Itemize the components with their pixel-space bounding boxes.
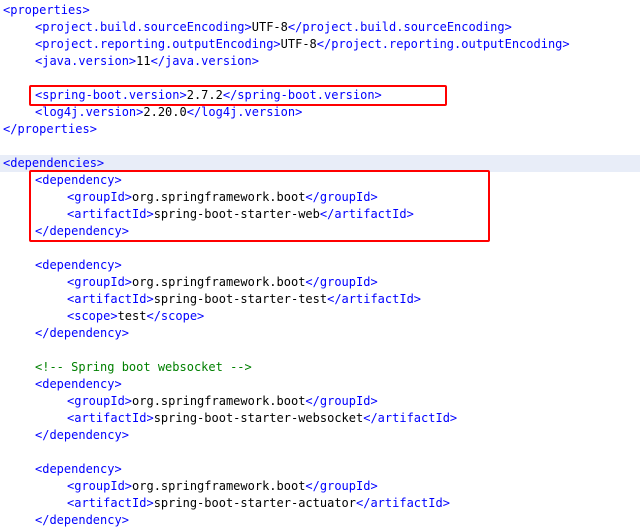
code-line[interactable]: <spring-boot.version>2.7.2</spring-boot.… bbox=[0, 87, 640, 104]
xml-tag: </spring-boot.version> bbox=[222, 88, 382, 102]
code-line[interactable]: <project.reporting.outputEncoding>UTF-8<… bbox=[0, 36, 640, 53]
code-line[interactable]: <groupId>org.springframework.boot</group… bbox=[0, 189, 640, 206]
xml-tag: <groupId> bbox=[67, 479, 133, 493]
xml-tag: <artifactId> bbox=[67, 496, 154, 510]
xml-text-value: UTF-8 bbox=[280, 37, 317, 51]
code-line[interactable] bbox=[0, 342, 640, 359]
code-line[interactable]: <groupId>org.springframework.boot</group… bbox=[0, 393, 640, 410]
xml-tag: </dependency> bbox=[35, 224, 129, 238]
xml-tag: <log4j.version> bbox=[35, 105, 144, 119]
xml-tag: </groupId> bbox=[305, 190, 378, 204]
code-line[interactable] bbox=[0, 138, 640, 155]
xml-text-value: spring-boot-starter-test bbox=[153, 292, 328, 306]
xml-tag: <dependency> bbox=[35, 377, 122, 391]
xml-tag: <dependencies> bbox=[3, 156, 105, 170]
xml-text-value: 11 bbox=[136, 54, 151, 68]
code-line[interactable]: <artifactId>spring-boot-starter-websocke… bbox=[0, 410, 640, 427]
code-line[interactable]: <dependencies> bbox=[0, 155, 640, 172]
xml-tag: </java.version> bbox=[150, 54, 259, 68]
xml-tag: </groupId> bbox=[305, 275, 378, 289]
xml-tag: <artifactId> bbox=[67, 207, 154, 221]
xml-tag: <dependency> bbox=[35, 462, 122, 476]
xml-tag: <groupId> bbox=[67, 190, 133, 204]
xml-tag: <artifactId> bbox=[67, 292, 154, 306]
xml-tag: <dependency> bbox=[35, 173, 122, 187]
xml-tag: </groupId> bbox=[305, 394, 378, 408]
xml-text-value: 2.20.0 bbox=[143, 105, 187, 119]
code-line[interactable]: <!-- Spring boot websocket --> bbox=[0, 359, 640, 376]
xml-tag: </project.build.sourceEncoding> bbox=[287, 20, 512, 34]
xml-tag: </artifactId> bbox=[327, 292, 422, 306]
code-line[interactable] bbox=[0, 240, 640, 257]
code-editor[interactable]: <properties> <project.build.sourceEncodin… bbox=[0, 0, 640, 531]
xml-tag: <project.reporting.outputEncoding> bbox=[35, 37, 281, 51]
code-line[interactable]: </dependency> bbox=[0, 325, 640, 342]
code-line[interactable]: <artifactId>spring-boot-starter-web</art… bbox=[0, 206, 640, 223]
xml-tag: </artifactId> bbox=[356, 496, 450, 510]
xml-tag: <groupId> bbox=[67, 394, 133, 408]
code-line[interactable]: <scope>test</scope> bbox=[0, 308, 640, 325]
xml-tag: <scope> bbox=[67, 309, 118, 323]
code-line[interactable] bbox=[0, 444, 640, 461]
xml-text-value: spring-boot-starter-web bbox=[153, 207, 320, 221]
xml-text-value: UTF-8 bbox=[251, 20, 288, 34]
code-line[interactable]: <artifactId>spring-boot-starter-test</ar… bbox=[0, 291, 640, 308]
xml-text-value: org.springframework.boot bbox=[132, 190, 306, 204]
xml-tag: </properties> bbox=[3, 122, 97, 136]
code-line[interactable]: <properties> bbox=[0, 2, 640, 19]
xml-tag: </dependency> bbox=[35, 513, 129, 527]
code-line[interactable]: <groupId>org.springframework.boot</group… bbox=[0, 478, 640, 495]
xml-tag: <java.version> bbox=[35, 54, 137, 68]
xml-text-value: spring-boot-starter-actuator bbox=[153, 496, 356, 510]
code-line[interactable]: </dependency> bbox=[0, 427, 640, 444]
xml-tag: <groupId> bbox=[67, 275, 133, 289]
xml-text-value: test bbox=[117, 309, 147, 323]
code-line[interactable]: </dependency> bbox=[0, 512, 640, 529]
xml-tag: <properties> bbox=[3, 3, 90, 17]
xml-tag: </dependency> bbox=[35, 326, 129, 340]
code-line[interactable]: <project.build.sourceEncoding>UTF-8</pro… bbox=[0, 19, 640, 36]
xml-tag: <project.build.sourceEncoding> bbox=[35, 20, 252, 34]
code-line[interactable] bbox=[0, 70, 640, 87]
xml-tag: </artifactId> bbox=[319, 207, 414, 221]
code-line[interactable]: <log4j.version>2.20.0</log4j.version> bbox=[0, 104, 640, 121]
code-line[interactable]: </dependency> bbox=[0, 223, 640, 240]
code-line[interactable]: </properties> bbox=[0, 121, 640, 138]
code-line[interactable]: <groupId>org.springframework.boot</group… bbox=[0, 274, 640, 291]
xml-tag: <spring-boot.version> bbox=[35, 88, 187, 102]
xml-tag: </artifactId> bbox=[363, 411, 458, 425]
xml-text-value: spring-boot-starter-websocket bbox=[153, 411, 364, 425]
code-line[interactable]: <dependency> bbox=[0, 376, 640, 393]
xml-tag: </groupId> bbox=[305, 479, 378, 493]
xml-tag: </project.reporting.outputEncoding> bbox=[316, 37, 570, 51]
xml-text-value: org.springframework.boot bbox=[132, 479, 306, 493]
code-line[interactable]: <dependency> bbox=[0, 257, 640, 274]
code-line[interactable]: <dependency> bbox=[0, 461, 640, 478]
xml-text-value: 2.7.2 bbox=[186, 88, 223, 102]
xml-text-value: org.springframework.boot bbox=[132, 275, 306, 289]
code-line[interactable]: <dependency> bbox=[0, 172, 640, 189]
xml-tag: </dependency> bbox=[35, 428, 129, 442]
xml-text-value: org.springframework.boot bbox=[132, 394, 306, 408]
xml-tag: <dependency> bbox=[35, 258, 122, 272]
xml-comment: <!-- Spring boot websocket --> bbox=[35, 360, 252, 374]
code-line[interactable]: <java.version>11</java.version> bbox=[0, 53, 640, 70]
xml-tag: <artifactId> bbox=[67, 411, 154, 425]
xml-tag: </scope> bbox=[146, 309, 205, 323]
xml-tag: </log4j.version> bbox=[186, 105, 303, 119]
code-line[interactable]: <artifactId>spring-boot-starter-actuator… bbox=[0, 495, 640, 512]
